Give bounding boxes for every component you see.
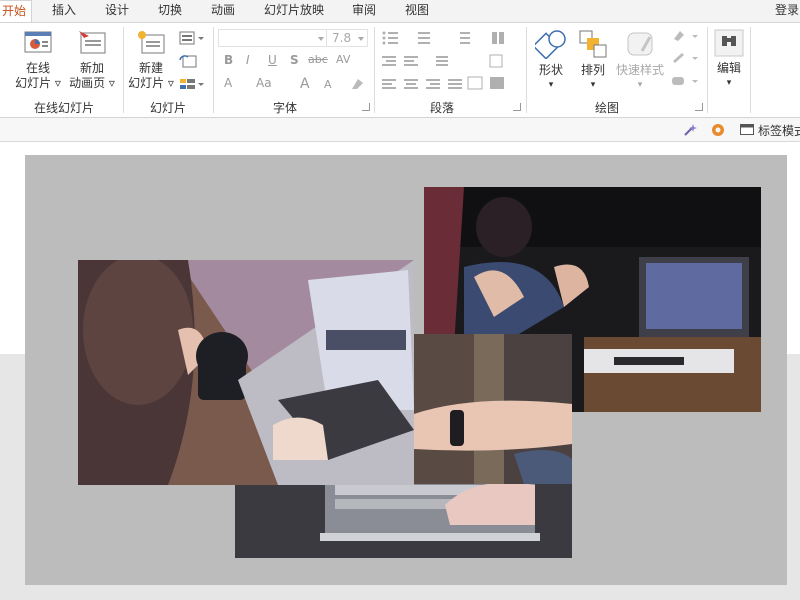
paragraph-dialog-launcher[interactable] [513, 103, 521, 111]
group-label-slides: 幻灯片 [150, 101, 187, 115]
editing-button[interactable]: 编辑 ▾ [712, 29, 746, 91]
font-size-value: 7.8 [332, 31, 352, 45]
shape-fill-outline-icons[interactable] [670, 29, 702, 95]
quick-styles-button[interactable]: 快速样式 ▾ [614, 29, 666, 93]
group-separator [374, 27, 375, 113]
quick-styles-label: 快速样式 [615, 63, 664, 77]
online-slides-button[interactable]: 在线 幻灯片 ▿ [12, 29, 64, 91]
tab-review[interactable]: 审阅 [352, 0, 376, 22]
shapes-button[interactable]: 形状 ▾ [532, 29, 570, 93]
underline-button[interactable]: U [268, 53, 277, 67]
text-shadow-button[interactable]: S [290, 53, 299, 67]
font-color-button[interactable]: A [224, 76, 232, 90]
photo-handshake-watch-image [414, 334, 572, 484]
add-animation-label-1: 新加 [79, 61, 104, 75]
online-slides-label-2: 幻灯片 ▿ [15, 76, 61, 90]
strikethrough-button[interactable]: abc [308, 53, 328, 66]
arrange-icon [579, 30, 607, 58]
animation-page-icon [79, 31, 106, 54]
chevron-down-icon: ▾ [637, 80, 643, 90]
shrink-font-button[interactable]: A [324, 78, 332, 91]
secondary-toolbar: 标签模式 [0, 118, 800, 142]
tab-home[interactable]: 开始 [0, 0, 33, 22]
group-label-font: 字体 [273, 101, 298, 115]
arrange-label: 排列 [580, 63, 605, 77]
italic-button[interactable]: I [246, 53, 250, 67]
quick-styles-icon [627, 32, 653, 56]
tab-transitions[interactable]: 切换 [158, 0, 182, 22]
find-binoculars-icon [714, 29, 744, 57]
tab-animations[interactable]: 动画 [211, 0, 235, 22]
bold-button[interactable]: B [224, 53, 233, 67]
photo-handshake-watch[interactable] [414, 334, 572, 484]
paragraph-icons [382, 31, 504, 90]
tab-insert[interactable]: 插入 [52, 0, 76, 22]
change-case-button[interactable]: Aa [256, 76, 272, 90]
group-label-paragraph: 段落 [430, 101, 455, 115]
editing-label: 编辑 [716, 61, 741, 75]
group-separator [707, 27, 708, 113]
clear-format-icon[interactable] [349, 77, 365, 91]
tab-slideshow[interactable]: 幻灯片放映 [264, 0, 324, 22]
font-name-combo[interactable] [218, 29, 328, 47]
add-animation-label-2: 动画页 ▿ [69, 76, 115, 90]
chevron-down-icon: ▾ [590, 80, 596, 90]
group-label-drawing: 绘图 [595, 101, 620, 115]
shapes-icon [535, 30, 566, 59]
group-separator [750, 27, 751, 113]
shapes-label: 形状 [538, 63, 563, 77]
chevron-down-icon [318, 37, 324, 41]
char-spacing-button[interactable]: AV [336, 53, 350, 66]
group-label-online-slides: 在线幻灯片 [34, 101, 95, 115]
tab-mode-button[interactable]: 标签模式 [758, 122, 800, 139]
drawing-dialog-launcher[interactable] [695, 103, 703, 111]
new-slide-icon [138, 31, 165, 54]
arrange-button[interactable]: 排列 ▾ [576, 29, 610, 93]
tab-mode-icon [740, 124, 754, 135]
section-icon[interactable] [179, 77, 205, 91]
font-size-combo[interactable]: 7.8 [326, 29, 368, 47]
new-slide-label-2: 幻灯片 ▿ [128, 76, 174, 90]
menu-bar: 开始 插入 设计 切换 动画 幻灯片放映 审阅 视图 登录 [0, 0, 800, 22]
gear-icon[interactable] [710, 122, 726, 138]
group-separator [213, 27, 214, 113]
chevron-down-icon: ▾ [726, 78, 732, 88]
new-slide-label-1: 新建 [138, 61, 163, 75]
magic-wand-icon[interactable] [682, 122, 698, 138]
layout-icon[interactable] [179, 31, 205, 45]
photo-woman-laptop-image [78, 260, 414, 485]
tab-design[interactable]: 设计 [105, 0, 129, 22]
group-separator [123, 27, 124, 113]
online-slide-icon [24, 31, 52, 53]
new-slide-button[interactable]: 新建 幻灯片 ▿ [126, 29, 176, 91]
online-slides-label-1: 在线 [25, 61, 50, 75]
chevron-down-icon [358, 37, 364, 41]
group-separator [526, 27, 527, 113]
add-animation-page-button[interactable]: 新加 动画页 ▿ [64, 29, 120, 91]
tab-view[interactable]: 视图 [405, 0, 429, 22]
font-dialog-launcher[interactable] [362, 103, 370, 111]
login-link[interactable]: 登录 [775, 0, 799, 22]
reset-slide-icon[interactable] [179, 54, 197, 68]
ribbon: 在线 幻灯片 ▿ 新加 动画页 ▿ 在线幻灯片 新建 幻灯片 ▿ 幻灯片 7.8… [0, 22, 800, 118]
grow-font-button[interactable]: A [300, 76, 310, 92]
photo-woman-laptop[interactable] [78, 260, 414, 485]
chevron-down-icon: ▾ [548, 80, 554, 90]
